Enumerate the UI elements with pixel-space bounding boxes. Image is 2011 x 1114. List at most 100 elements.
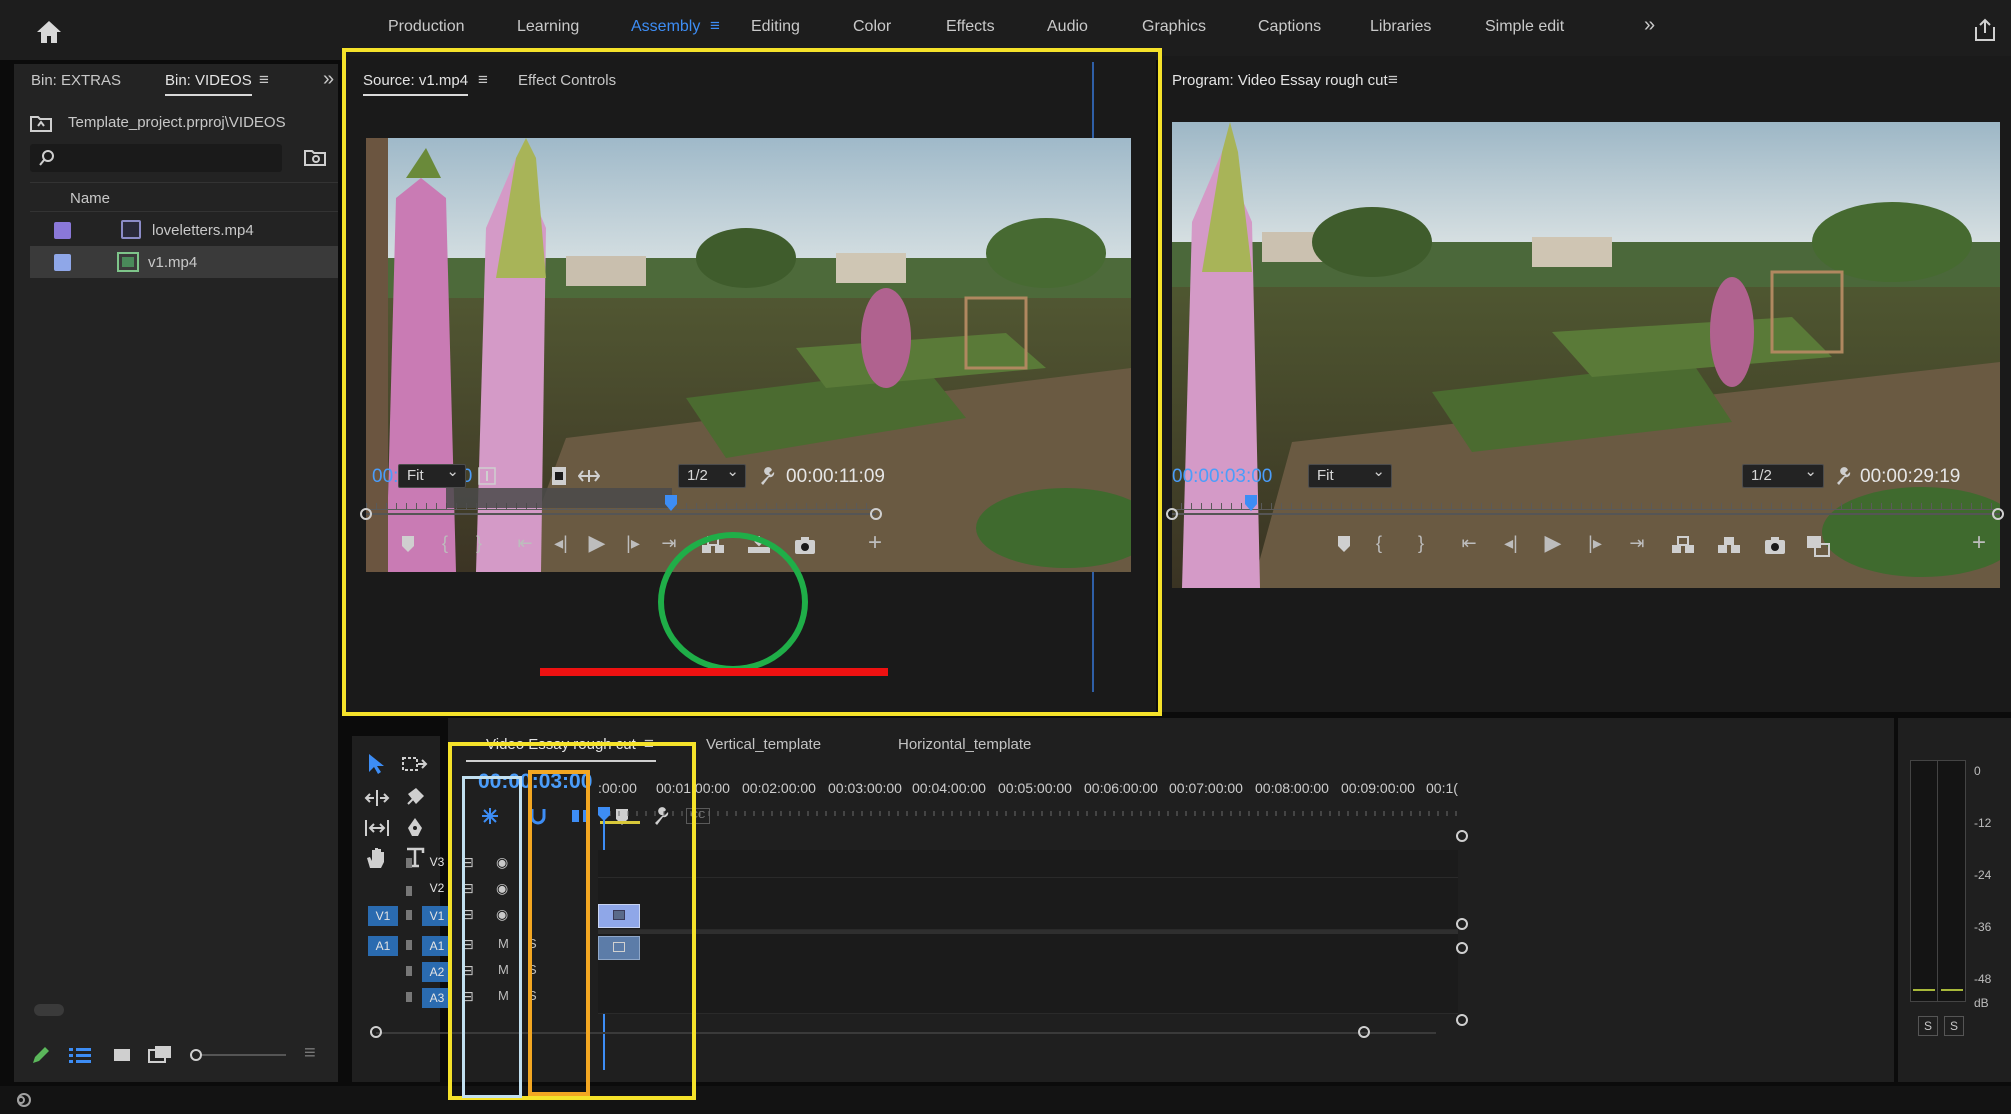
razor-tool-icon[interactable] — [404, 786, 426, 808]
slip-tool-icon[interactable] — [364, 818, 390, 838]
share-icon[interactable] — [1974, 18, 1996, 42]
comparison-view-icon[interactable] — [1806, 535, 1830, 557]
meter-divider — [1937, 761, 1938, 1001]
vertical-scroll-handle[interactable] — [1456, 1014, 1468, 1026]
lock-icon[interactable] — [406, 858, 412, 868]
program-timecode-current[interactable]: 00:00:03:00 — [1172, 466, 1272, 488]
horizontal-scroll-handle[interactable] — [1358, 1026, 1370, 1038]
solo-right-button[interactable]: S — [1944, 1016, 1964, 1036]
folder-up-icon[interactable] — [30, 114, 52, 132]
slider-track — [202, 1054, 286, 1056]
zoom-handle-right[interactable] — [1992, 508, 2004, 520]
zoom-bar[interactable] — [1172, 513, 2000, 515]
timeline-ruler[interactable] — [598, 806, 1458, 816]
add-marker-icon[interactable] — [1336, 535, 1352, 553]
resolution-dropdown[interactable]: 1/2 — [1742, 462, 1824, 488]
source-patch-v1[interactable]: V1 — [368, 906, 398, 926]
mark-out-icon[interactable]: } — [1408, 531, 1434, 555]
solo-left-button[interactable]: S — [1918, 1016, 1938, 1036]
program-monitor: Program: Video Essay rough cut ≡ 00:00:0… — [1160, 56, 2011, 712]
lock-icon[interactable] — [406, 966, 412, 976]
export-frame-icon[interactable] — [1764, 535, 1786, 555]
workspace-captions[interactable]: Captions — [1258, 18, 1321, 36]
panel-menu-icon[interactable]: ≡ — [304, 1042, 316, 1065]
home-icon[interactable] — [36, 20, 62, 44]
program-time-ruler[interactable] — [1172, 496, 2000, 510]
ripple-edit-tool-icon[interactable] — [364, 788, 390, 808]
lock-icon[interactable] — [406, 992, 412, 1002]
list-item[interactable]: loveletters.mp4 — [30, 214, 338, 246]
lock-icon[interactable] — [406, 886, 412, 896]
workspace-learning[interactable]: Learning — [517, 18, 579, 36]
track-row-v3[interactable] — [598, 850, 1458, 878]
horizontal-scroll-handle[interactable] — [370, 1026, 382, 1038]
meter-level-right — [1941, 989, 1963, 991]
lock-icon[interactable] — [406, 910, 412, 920]
vertical-scroll-handle[interactable] — [1456, 942, 1468, 954]
tab-vertical-template[interactable]: Vertical_template — [706, 736, 821, 753]
workspace-assembly[interactable]: Assembly — [631, 18, 700, 36]
zoom-slider[interactable] — [190, 1049, 286, 1061]
vertical-scroll-handle[interactable] — [1456, 830, 1468, 842]
scrollbar[interactable] — [34, 1004, 64, 1016]
icon-view-icon[interactable] — [112, 1046, 132, 1064]
go-to-in-icon[interactable]: ⇤ — [1456, 531, 1482, 555]
expand-panels-icon[interactable]: » — [323, 68, 334, 91]
list-view-icon[interactable] — [68, 1046, 92, 1064]
column-name[interactable]: Name — [70, 190, 110, 207]
workspace-audio[interactable]: Audio — [1047, 18, 1088, 36]
workspace-libraries[interactable]: Libraries — [1370, 18, 1431, 36]
pen-tool-icon[interactable] — [404, 816, 426, 838]
program-title[interactable]: Program: Video Essay rough cut — [1172, 72, 1388, 89]
track-select-tool-icon[interactable] — [402, 754, 428, 774]
meter-scale-label: -48 — [1974, 972, 1992, 986]
workspace-color[interactable]: Color — [853, 18, 891, 36]
vertical-scroll-handle[interactable] — [1456, 918, 1468, 930]
new-search-bin-icon[interactable] — [304, 148, 326, 166]
workspace-graphics[interactable]: Graphics — [1142, 18, 1206, 36]
hand-tool-icon[interactable] — [364, 846, 388, 870]
mark-in-icon[interactable]: { — [1366, 531, 1392, 555]
step-forward-icon[interactable]: |▸ — [1582, 531, 1608, 555]
ruler-tick: 00:07:00:00 — [1169, 780, 1243, 796]
pencil-icon[interactable] — [30, 1044, 52, 1066]
zoom-handle-left[interactable] — [1166, 508, 1178, 520]
highlight-circle-drag-icons — [658, 532, 808, 672]
workspace-production[interactable]: Production — [388, 18, 465, 36]
tab-bin-videos[interactable]: Bin: VIDEOS — [165, 72, 252, 96]
program-video-frame — [1172, 122, 2000, 588]
extract-icon[interactable] — [1716, 535, 1742, 555]
ruler-tick: 00:05:00:00 — [998, 780, 1072, 796]
track-row-a3[interactable] — [598, 986, 1458, 1014]
list-item[interactable]: v1.mp4 — [30, 246, 338, 278]
button-editor-plus-icon[interactable]: + — [1966, 531, 1992, 555]
workspace-editing[interactable]: Editing — [751, 18, 800, 36]
ruler-tick: 00:09:00:00 — [1341, 780, 1415, 796]
workspace-effects[interactable]: Effects — [946, 18, 995, 36]
tab-bin-extras[interactable]: Bin: EXTRAS — [31, 72, 121, 89]
more-workspaces-icon[interactable]: » — [1644, 14, 1655, 37]
tab-horizontal-template[interactable]: Horizontal_template — [898, 736, 1031, 753]
panel-menu-icon[interactable]: ≡ — [1388, 70, 1398, 90]
play-icon[interactable]: ▶ — [1540, 531, 1566, 555]
panel-menu-icon[interactable]: ≡ — [259, 70, 269, 90]
track-row-v1[interactable] — [598, 902, 1458, 930]
lift-icon[interactable] — [1670, 535, 1696, 555]
track-row-a2[interactable] — [598, 960, 1458, 988]
go-to-out-icon[interactable]: ⇥ — [1624, 531, 1650, 555]
search-input[interactable] — [30, 144, 282, 172]
program-transport-controls: { } ⇤ ◂| ▶ |▸ ⇥ + — [1160, 531, 2011, 561]
wrench-icon[interactable] — [1834, 466, 1854, 486]
lock-icon[interactable] — [406, 940, 412, 950]
step-back-icon[interactable]: ◂| — [1498, 531, 1524, 555]
track-row-a1[interactable] — [598, 934, 1458, 962]
creative-cloud-icon[interactable] — [14, 1092, 34, 1108]
workspace-simple-edit[interactable]: Simple edit — [1485, 18, 1564, 36]
freeform-view-icon[interactable] — [148, 1044, 174, 1066]
fit-dropdown[interactable]: Fit — [1308, 462, 1392, 488]
workspace-menu-icon[interactable]: ≡ — [710, 16, 720, 36]
program-playhead[interactable] — [1244, 494, 1258, 512]
source-patch-a1[interactable]: A1 — [368, 936, 398, 956]
slider-handle[interactable] — [190, 1049, 202, 1061]
selection-tool-icon[interactable] — [366, 752, 388, 776]
